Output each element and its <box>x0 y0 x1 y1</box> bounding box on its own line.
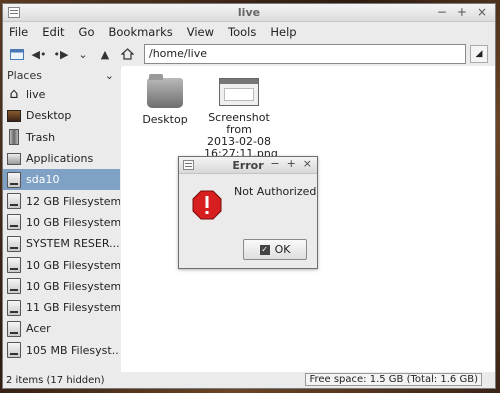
home-icon: ⌂ <box>9 85 19 102</box>
error-message: Not Authorized <box>234 185 317 198</box>
drive-icon <box>7 299 21 316</box>
file-name: Desktop <box>142 113 188 126</box>
menu-bar: File Edit Go Bookmarks View Tools Help <box>3 22 495 41</box>
sidebar-item-applications[interactable]: Applications <box>3 148 120 169</box>
back-icon[interactable]: ◀• <box>31 46 47 62</box>
sidebar-item-label: 12 GB Filesystem <box>26 194 120 208</box>
sidebar-item-label: 10 GB Filesystem <box>26 279 120 293</box>
menu-bookmarks[interactable]: Bookmarks <box>108 25 172 39</box>
status-bar: 2 items (17 hidden) Free space: 1.5 GB (… <box>3 372 495 388</box>
menu-help[interactable]: Help <box>270 25 296 39</box>
sidebar-item-system-reserved[interactable]: SYSTEM RESER... <box>3 233 120 254</box>
free-space: Free space: 1.5 GB (Total: 1.6 GB) <box>305 373 482 386</box>
sidebar-item-12gb-filesystem[interactable]: 12 GB Filesystem <box>3 190 120 211</box>
drive-icon <box>7 171 21 188</box>
forward-icon[interactable]: •▶ <box>53 46 69 62</box>
title-bar[interactable]: live − + × <box>3 4 495 22</box>
menu-file[interactable]: File <box>9 25 28 39</box>
sidebar-item-label: Trash <box>26 130 56 144</box>
ok-button[interactable]: ✓ OK <box>243 239 307 260</box>
sidebar-item-trash[interactable]: Trash <box>3 127 120 148</box>
places-sidebar: Places ⌄ ⌂ live Desktop Trash Applicatio… <box>3 66 120 372</box>
trash-icon <box>9 129 19 146</box>
error-dialog: Error − + × Not Authorized ✓ OK <box>178 156 318 269</box>
item-count: 2 items (17 hidden) <box>6 374 105 386</box>
sidebar-item-10gb-filesystem-2[interactable]: 10 GB Filesystem <box>3 254 120 275</box>
sidebar-item-label: Acer <box>26 322 51 336</box>
maximize-button[interactable]: + <box>287 157 296 170</box>
menu-go[interactable]: Go <box>79 25 95 39</box>
close-button[interactable]: × <box>303 157 312 170</box>
drive-icon <box>7 193 21 210</box>
sidebar-item-sda10[interactable]: sda10 <box>3 169 120 191</box>
sidebar-item-label: 10 GB Filesystem <box>26 215 120 229</box>
location-input[interactable]: /home/live <box>144 44 466 64</box>
sidebar-item-label: live <box>26 88 46 102</box>
sidebar-item-label: 11 GB Filesystem <box>26 301 120 315</box>
home-icon[interactable] <box>119 46 135 62</box>
error-icon <box>192 190 222 220</box>
sidebar-item-desktop[interactable]: Desktop <box>3 105 120 126</box>
sidebar-item-10gb-filesystem[interactable]: 10 GB Filesystem <box>3 212 120 233</box>
sidebar-item-10gb-filesystem-3[interactable]: 10 GB Filesystem <box>3 276 120 297</box>
folder-icon <box>147 74 183 108</box>
dialog-title-bar[interactable]: Error − + × <box>179 157 317 174</box>
menu-view[interactable]: View <box>187 25 214 39</box>
menu-edit[interactable]: Edit <box>42 25 64 39</box>
sidebar-item-acer[interactable]: Acer <box>3 318 120 339</box>
sidebar-item-105mb-filesystem[interactable]: 105 MB Filesyst... <box>3 340 120 361</box>
sidebar-item-label: 105 MB Filesyst... <box>26 343 120 357</box>
go-button[interactable]: ◢ <box>470 45 488 63</box>
sidebar-item-11gb-filesystem[interactable]: 11 GB Filesystem <box>3 297 120 318</box>
ok-label: OK <box>274 243 291 256</box>
drive-icon <box>7 278 21 295</box>
maximize-button[interactable]: + <box>457 5 467 19</box>
sidebar-item-label: sda10 <box>26 173 60 187</box>
sidebar-item-label: SYSTEM RESER... <box>26 237 120 251</box>
drive-icon <box>7 235 21 252</box>
minimize-button[interactable]: − <box>270 157 279 170</box>
drive-icon <box>7 342 21 359</box>
sidebar-item-label: Applications <box>26 152 94 166</box>
places-header[interactable]: Places ⌄ <box>3 66 120 84</box>
close-button[interactable]: × <box>477 5 487 19</box>
drive-icon <box>7 320 21 337</box>
drive-icon <box>7 214 21 231</box>
window-title: live <box>237 6 261 19</box>
history-dropdown-icon[interactable]: ⌄ <box>75 46 91 62</box>
places-label: Places <box>7 68 42 82</box>
check-icon: ✓ <box>259 244 270 255</box>
file-item-screenshot[interactable]: Screenshot from 2013-02-08 16:27:11.png <box>204 78 278 160</box>
applications-icon <box>7 152 21 165</box>
drive-icon <box>7 257 21 274</box>
image-file-icon <box>219 78 259 106</box>
chevron-down-icon[interactable]: ⌄ <box>105 69 114 82</box>
desktop-icon <box>7 109 21 122</box>
up-icon[interactable]: ▲ <box>97 46 113 62</box>
new-tab-icon[interactable] <box>9 46 25 62</box>
minimize-button[interactable]: − <box>437 5 447 19</box>
sidebar-item-live[interactable]: ⌂ live <box>3 84 120 105</box>
sidebar-item-label: Desktop <box>26 109 72 123</box>
menu-tools[interactable]: Tools <box>228 25 256 39</box>
file-item-desktop[interactable]: Desktop <box>130 74 200 126</box>
sidebar-item-label: 10 GB Filesystem <box>26 258 120 272</box>
